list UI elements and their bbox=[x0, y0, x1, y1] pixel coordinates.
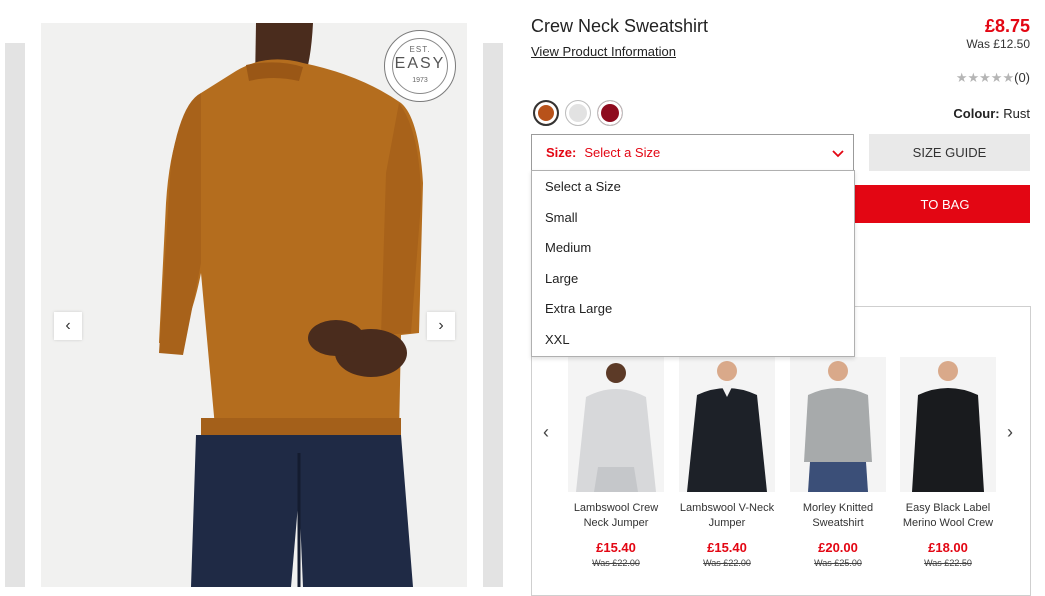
related-product-was-price: Was £25.00 bbox=[814, 558, 862, 568]
size-option[interactable]: XXL bbox=[532, 325, 854, 356]
product-main-image bbox=[41, 23, 467, 587]
star-icon: ★ bbox=[955, 70, 968, 85]
chevron-left-icon: ‹ bbox=[65, 317, 71, 334]
chevron-right-icon: › bbox=[1007, 422, 1013, 442]
size-select[interactable]: Size: Select a Size bbox=[531, 134, 854, 171]
size-option[interactable]: Large bbox=[532, 264, 854, 295]
related-product-was-price: Was £22.00 bbox=[703, 558, 751, 568]
colour-swatch-grey[interactable] bbox=[565, 100, 591, 126]
size-option[interactable]: Small bbox=[532, 203, 854, 234]
related-product-name[interactable]: Easy Black Label Merino Wool Crew bbox=[900, 501, 996, 531]
size-select-value: Select a Size bbox=[584, 145, 661, 160]
related-product-image[interactable] bbox=[568, 357, 664, 492]
product-was-price: Was £12.50 bbox=[966, 37, 1030, 51]
related-next-button[interactable]: › bbox=[1007, 422, 1013, 443]
related-product-price: £15.40 bbox=[707, 540, 747, 555]
colour-label: Colour: Rust bbox=[953, 106, 1030, 121]
related-product-name[interactable]: Lambswool V-Neck Jumper bbox=[679, 501, 775, 531]
colour-swatch-rust[interactable] bbox=[533, 100, 559, 126]
star-icon: ★ bbox=[979, 70, 991, 85]
related-product-was-price: Was £22.00 bbox=[592, 558, 640, 568]
related-product-name[interactable]: Morley Knitted Sweatshirt bbox=[790, 501, 886, 531]
product-title: Crew Neck Sweatshirt bbox=[531, 16, 709, 36]
rating-count: (0) bbox=[1014, 70, 1030, 85]
size-guide-button[interactable]: SIZE GUIDE bbox=[869, 134, 1030, 171]
related-product-card[interactable]: Lambswool Crew Neck Jumper £15.40 Was £2… bbox=[568, 357, 664, 568]
gallery-prev-button[interactable]: ‹ bbox=[54, 312, 82, 340]
related-product-was-price: Was £22.50 bbox=[924, 558, 972, 568]
gallery-left-strip bbox=[5, 43, 25, 587]
size-dropdown-menu: Select a Size Small Medium Large Extra L… bbox=[531, 170, 855, 357]
brand-logo-badge: EST. EASY 1973 bbox=[384, 30, 456, 102]
size-option[interactable]: Extra Large bbox=[532, 294, 854, 325]
related-product-price: £20.00 bbox=[818, 540, 858, 555]
colour-label-key: Colour: bbox=[953, 106, 1000, 121]
related-product-image[interactable] bbox=[790, 357, 886, 492]
star-icon: ★ bbox=[967, 70, 980, 85]
chevron-down-icon bbox=[832, 146, 844, 161]
star-icon: ★ bbox=[1002, 70, 1015, 85]
model-illustration bbox=[159, 23, 423, 587]
related-product-image[interactable] bbox=[679, 357, 775, 492]
related-product-card[interactable]: Easy Black Label Merino Wool Crew £18.00… bbox=[900, 357, 996, 568]
related-product-card[interactable]: Morley Knitted Sweatshirt £20.00 Was £25… bbox=[790, 357, 886, 568]
size-option[interactable]: Medium bbox=[532, 233, 854, 264]
chevron-left-icon: ‹ bbox=[543, 422, 549, 442]
star-icon: ★ bbox=[990, 70, 1003, 85]
rating-summary[interactable]: ★ ★ ★ ★ ★ (0) bbox=[956, 70, 1030, 85]
brand-logo-year: 1973 bbox=[412, 77, 428, 84]
size-option[interactable]: Select a Size bbox=[532, 172, 854, 203]
related-product-name[interactable]: Lambswool Crew Neck Jumper bbox=[568, 501, 664, 531]
brand-logo-name: EASY bbox=[394, 55, 446, 72]
gallery-next-button[interactable]: › bbox=[427, 312, 455, 340]
view-product-info-link[interactable]: View Product Information bbox=[531, 44, 676, 59]
size-select-label: Size: bbox=[546, 145, 577, 160]
related-product-image[interactable] bbox=[900, 357, 996, 492]
related-product-price: £15.40 bbox=[596, 540, 636, 555]
related-product-price: £18.00 bbox=[928, 540, 968, 555]
product-price: £8.75 bbox=[984, 16, 1030, 36]
colour-label-value: Rust bbox=[1003, 106, 1030, 121]
colour-swatch-burgundy[interactable] bbox=[597, 100, 623, 126]
related-product-card[interactable]: Lambswool V-Neck Jumper £15.40 Was £22.0… bbox=[679, 357, 775, 568]
related-prev-button[interactable]: ‹ bbox=[543, 422, 549, 443]
gallery-right-strip bbox=[483, 43, 503, 587]
chevron-right-icon: › bbox=[438, 317, 444, 334]
brand-logo-est: EST. bbox=[409, 45, 431, 54]
